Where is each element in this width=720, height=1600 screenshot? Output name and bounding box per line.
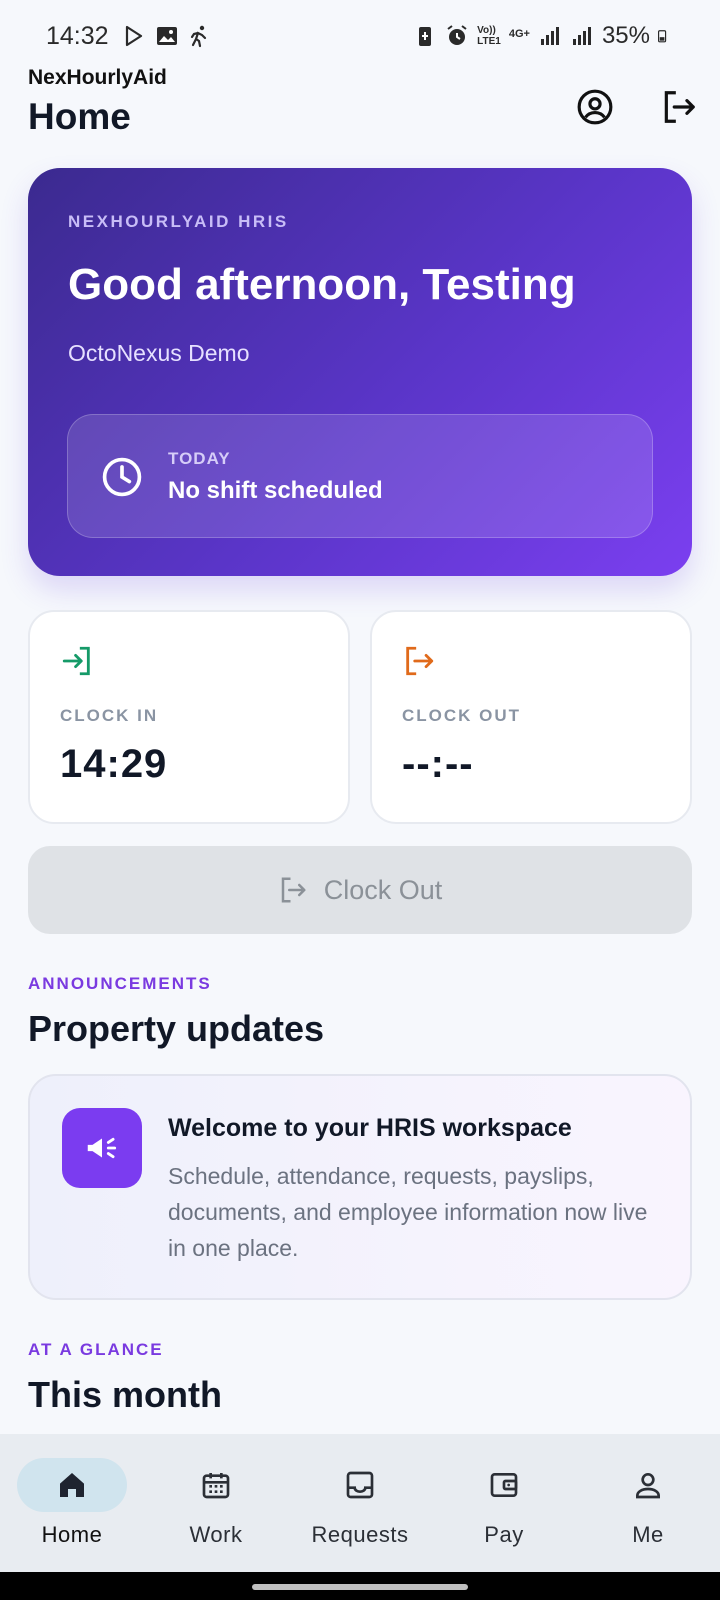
announcements-eyebrow: ANNOUNCEMENTS: [28, 974, 212, 993]
clock-in-label: CLOCK IN: [60, 706, 159, 725]
bottom-navigation: Home Work Requests Pay Me: [0, 1434, 720, 1572]
calendar-icon: [202, 1473, 230, 1499]
nav-item-requests[interactable]: Requests: [288, 1434, 432, 1572]
volte-top: Vo)): [477, 25, 496, 36]
today-label: TODAY: [168, 449, 231, 468]
today-shift-value: No shift scheduled: [168, 477, 383, 504]
gallery-icon: [156, 27, 177, 45]
nav-pay-indicator: [449, 1458, 559, 1512]
clock-in-time: 14:29: [60, 742, 168, 786]
volte-indicator: Vo)) LTE1: [477, 25, 501, 47]
person-icon: [636, 1473, 660, 1499]
nav-item-home[interactable]: Home: [0, 1434, 144, 1572]
organization-name: OctoNexus Demo: [68, 340, 250, 366]
nav-work-indicator: [161, 1458, 271, 1512]
nav-me-indicator: [593, 1458, 703, 1512]
nav-home-indicator: [17, 1458, 127, 1512]
app-name: NexHourlyAid: [28, 66, 167, 89]
megaphone-icon: [62, 1108, 142, 1188]
running-icon: [190, 25, 206, 48]
alarm-icon: [447, 25, 467, 45]
nav-item-me[interactable]: Me: [576, 1434, 720, 1572]
page-title: Home: [28, 96, 131, 137]
nav-label-requests: Requests: [311, 1522, 409, 1547]
system-navigation-bar: [0, 1572, 720, 1600]
nav-item-work[interactable]: Work: [144, 1434, 288, 1572]
play-store-icon: [125, 25, 142, 47]
clock-out-time: --:--: [402, 742, 474, 786]
inbox-icon: [346, 1471, 374, 1499]
clock-out-button[interactable]: Clock Out: [28, 846, 692, 934]
nav-item-pay[interactable]: Pay: [432, 1434, 576, 1572]
greeting-text: Good afternoon, Testing: [68, 260, 576, 309]
network-gen: 4G+: [508, 28, 530, 40]
clock-out-label: CLOCK OUT: [402, 706, 522, 725]
today-shift-box[interactable]: TODAY No shift scheduled: [67, 414, 653, 538]
battery-saver-icon: [419, 27, 432, 46]
signal-icon: [540, 27, 559, 45]
greeting-card: NEXHOURLYAID HRIS Good afternoon, Testin…: [28, 168, 692, 576]
nav-label-home: Home: [41, 1522, 103, 1547]
hero-eyebrow: NEXHOURLYAID HRIS: [68, 212, 289, 231]
status-right: Vo)) LTE1 4G+ 35%: [413, 22, 672, 50]
home-icon: [60, 1473, 84, 1497]
app-header: NexHourlyAid Home: [28, 62, 698, 152]
glance-eyebrow: AT A GLANCE: [28, 1340, 164, 1359]
signal-icon-2: [572, 27, 591, 45]
announcements-title: Property updates: [28, 1008, 325, 1049]
clock-out-button-label: Clock Out: [323, 874, 443, 905]
clock-in-card: CLOCK IN 14:29: [28, 610, 350, 824]
logout-icon: [281, 877, 306, 903]
status-time: 14:32: [46, 21, 109, 50]
nav-label-work: Work: [189, 1522, 243, 1547]
announcement-body: Schedule, attendance, requests, payslips…: [168, 1163, 648, 1261]
account-circle-icon: [577, 89, 613, 125]
battery-percent: 35%: [601, 22, 650, 49]
home-gesture-indicator[interactable]: [252, 1584, 468, 1590]
battery-icon: [658, 30, 667, 43]
status-left: 14:32: [46, 22, 211, 51]
logout-icon: [406, 646, 434, 676]
nav-label-pay: Pay: [484, 1522, 524, 1547]
announcement-title: Welcome to your HRIS workspace: [168, 1114, 572, 1142]
nav-label-me: Me: [632, 1522, 664, 1547]
volte-bottom: LTE1: [477, 36, 501, 47]
clock-out-card: CLOCK OUT --:--: [370, 610, 692, 824]
nav-requests-indicator: [305, 1458, 415, 1512]
wallet-icon: [490, 1473, 518, 1497]
glance-title: This month: [28, 1374, 222, 1415]
profile-button[interactable]: [574, 86, 616, 128]
announcement-card[interactable]: Welcome to your HRIS workspace Schedule,…: [28, 1074, 692, 1300]
clock-icon: [102, 457, 142, 497]
logout-icon: [664, 91, 695, 123]
login-icon: [62, 646, 90, 676]
logout-button[interactable]: [658, 86, 700, 128]
